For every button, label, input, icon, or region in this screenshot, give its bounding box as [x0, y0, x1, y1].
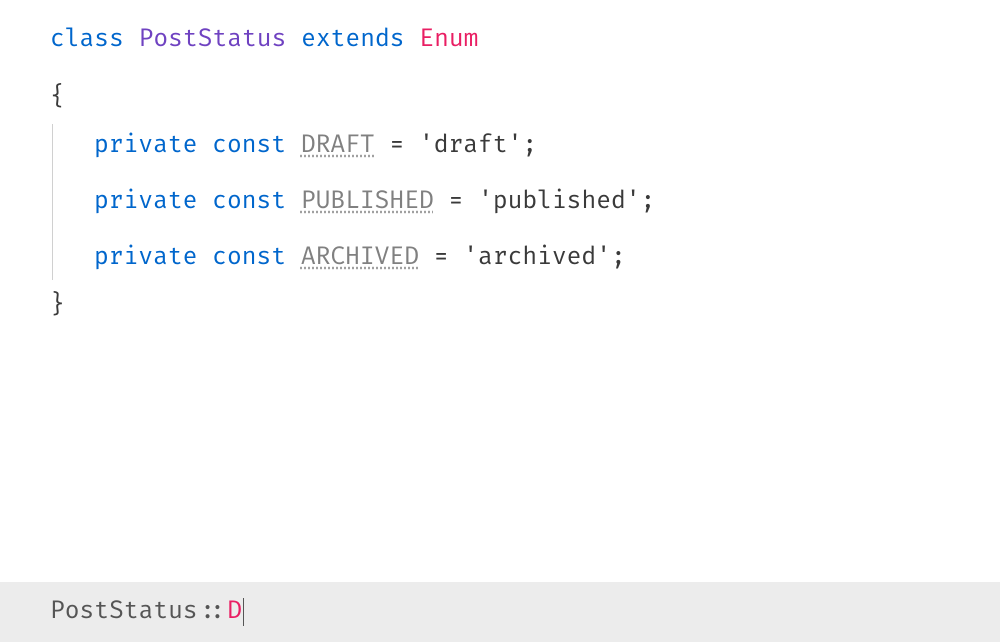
const-keyword: const — [212, 128, 286, 164]
close-brace-line[interactable]: } — [50, 286, 980, 326]
class-body: private const DRAFT = 'draft'; private c… — [50, 118, 980, 286]
const-keyword: const — [212, 184, 286, 220]
close-brace: } — [50, 288, 65, 324]
visibility-keyword: private — [94, 184, 197, 220]
typed-character: D — [227, 594, 242, 630]
extends-keyword: extends — [301, 22, 404, 58]
indent-guide — [52, 124, 53, 280]
parent-class-token: Enum — [419, 22, 478, 58]
string-token: 'draft' — [419, 128, 522, 164]
visibility-keyword: private — [94, 240, 197, 276]
class-name-token: PostStatus — [139, 22, 287, 58]
class-declaration-line[interactable]: class PostStatus extends Enum — [50, 20, 980, 60]
semicolon-token: ; — [611, 240, 626, 276]
class-keyword: class — [50, 22, 124, 58]
autocomplete-input[interactable]: PostStatus::D — [0, 582, 1000, 642]
const-keyword: const — [212, 240, 286, 276]
string-token: 'published' — [478, 184, 640, 220]
scope-resolution: :: — [198, 594, 228, 630]
const-name-token: ARCHIVED — [301, 240, 419, 276]
equals-token: = — [375, 128, 419, 164]
open-brace-line[interactable]: { — [50, 78, 980, 118]
equals-token: = — [434, 184, 478, 220]
string-token: 'archived' — [463, 240, 611, 276]
visibility-keyword: private — [94, 128, 197, 164]
const-line[interactable]: private const ARCHIVED = 'archived'; — [50, 230, 980, 286]
code-editor[interactable]: class PostStatus extends Enum { private … — [0, 0, 1000, 346]
semicolon-token: ; — [522, 128, 537, 164]
typed-class-ref: PostStatus — [50, 594, 198, 630]
const-line[interactable]: private const DRAFT = 'draft'; — [50, 118, 980, 174]
const-name-token: DRAFT — [301, 128, 375, 164]
const-line[interactable]: private const PUBLISHED = 'published'; — [50, 174, 980, 230]
semicolon-token: ; — [641, 184, 656, 220]
equals-token: = — [419, 240, 463, 276]
text-cursor — [243, 598, 244, 626]
const-name-token: PUBLISHED — [301, 184, 434, 220]
open-brace: { — [50, 80, 65, 116]
